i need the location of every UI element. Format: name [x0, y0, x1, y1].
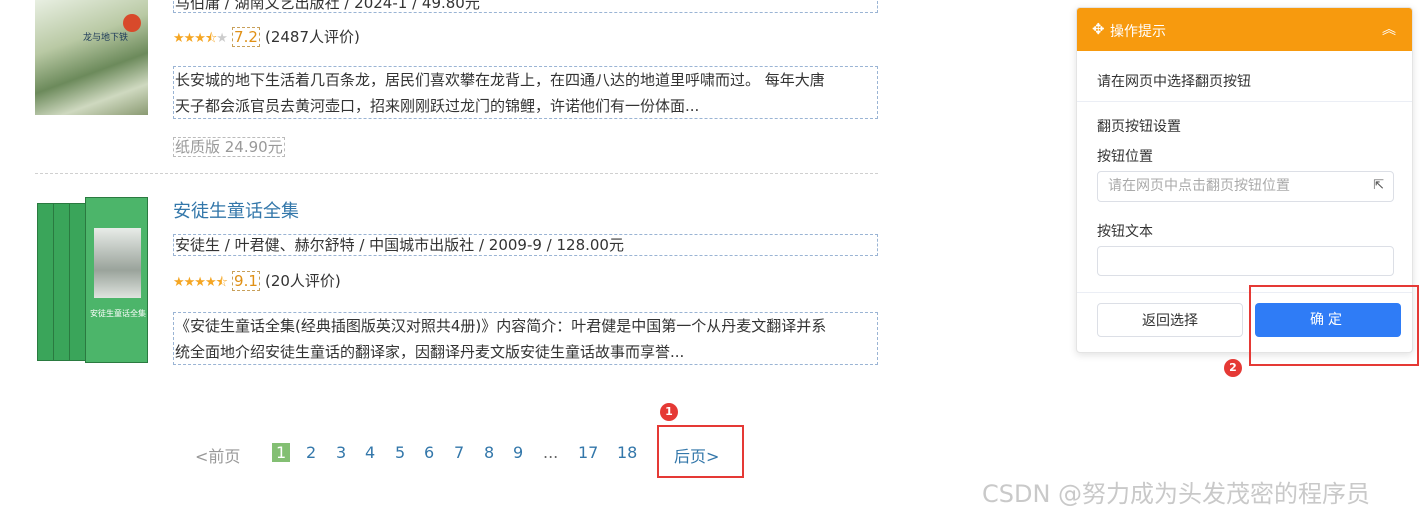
book-description: 长安城的地下生活着几百条龙，居民们喜欢攀在龙背上，在四通八达的地道里呼啸而过。 … [173, 66, 878, 119]
next-page-link[interactable]: 后页> [674, 443, 719, 467]
highlight-box-confirm [1249, 285, 1419, 366]
position-input[interactable]: 请在网页中点击翻页按钮位置 ⇱ [1097, 171, 1394, 202]
move-icon[interactable]: ✥ [1092, 20, 1105, 38]
page-link[interactable]: 2 [306, 443, 316, 462]
book-description: 《安徒生童话全集(经典插图版英汉对照共4册)》内容简介：叶君健是中国第一个从丹麦… [173, 312, 878, 365]
desc-line: 长安城的地下生活着几百条龙，居民们喜欢攀在龙背上，在四通八达的地道里呼啸而过。 … [175, 71, 825, 89]
cover-title-text: 安徒生童话全集 [90, 309, 146, 318]
cover-title-text: 龙与地下铁 [83, 33, 129, 43]
page-link[interactable]: 4 [365, 443, 375, 462]
watermark: CSDN @努力成为头发茂密的程序员 [982, 480, 1371, 508]
pick-element-icon[interactable]: ⇱ [1373, 172, 1384, 200]
step-marker-2: 2 [1224, 359, 1242, 377]
panel-header[interactable]: ✥ 操作提示 ︽ [1077, 8, 1412, 51]
chevron-up-icon[interactable]: ︽ [1382, 19, 1396, 39]
page-link[interactable]: 8 [484, 443, 494, 462]
step-marker-1: 1 [660, 403, 678, 421]
position-placeholder: 请在网页中点击翻页按钮位置 [1108, 178, 1290, 194]
section-title: 翻页按钮设置 [1097, 119, 1181, 135]
page-link[interactable]: 7 [454, 443, 464, 462]
page-link[interactable]: 3 [336, 443, 346, 462]
book-title-link[interactable]: 安徒生童话全集 [173, 200, 299, 224]
rating-row: ★★★★⯪ 9.1 (20人评价) [173, 271, 341, 291]
page-link[interactable]: 6 [424, 443, 434, 462]
button-text-input[interactable] [1097, 246, 1394, 276]
panel-hint: 请在网页中选择翻页按钮 [1097, 74, 1251, 90]
panel-divider [1077, 101, 1412, 102]
rating-count: (20人评价) [264, 272, 341, 290]
page-ellipsis: ... [543, 443, 559, 462]
desc-line: 天子都会派官员去黄河壶口，招来刚刚跃过龙门的锦鲤，许诺他们有一份体面... [175, 97, 700, 115]
page-link[interactable]: 17 [578, 443, 598, 462]
cover-volume-front: 安徒生童话全集 [85, 197, 148, 363]
book-meta: 马伯庸 / 湖南文艺出版社 / 2024-1 / 49.80元 [173, 0, 878, 13]
book-meta-text: 马伯庸 / 湖南文艺出版社 / 2024-1 / 49.80元 [175, 0, 480, 12]
paper-price[interactable]: 纸质版 24.90元 [173, 137, 285, 157]
desc-line: 统全面地介绍安徒生童话的翻译家，因翻译丹麦文版安徒生童话故事而享誉... [175, 343, 685, 361]
rating-row: ★★★⯪★ 7.2 (2487人评价) [173, 27, 360, 47]
prev-page-link[interactable]: <前页 [195, 443, 240, 467]
page-link[interactable]: 9 [513, 443, 523, 462]
book-meta-text: 安徒生 / 叶君健、赫尔舒特 / 中国城市出版社 / 2009-9 / 128.… [175, 236, 624, 254]
back-button[interactable]: 返回选择 [1097, 303, 1243, 337]
rating-score: 9.1 [232, 271, 260, 291]
desc-line: 《安徒生童话全集(经典插图版英汉对照共4册)》内容简介：叶君健是中国第一个从丹麦… [175, 317, 827, 335]
text-label: 按钮文本 [1097, 224, 1153, 240]
page-link[interactable]: 18 [617, 443, 637, 462]
panel-title: 操作提示 [1110, 24, 1166, 40]
book-meta: 安徒生 / 叶君健、赫尔舒特 / 中国城市出版社 / 2009-9 / 128.… [173, 234, 878, 256]
rating-score: 7.2 [232, 27, 260, 47]
price-row: 纸质版 24.90元 [173, 137, 285, 157]
book-cover-andersen[interactable]: 安徒生童话全集 [35, 197, 150, 363]
page-link[interactable]: 5 [395, 443, 405, 462]
star-rating-icon: ★★★★⯪ [173, 275, 228, 290]
star-rating-icon: ★★★⯪★ [173, 31, 228, 46]
position-label: 按钮位置 [1097, 149, 1153, 165]
list-divider [35, 173, 878, 174]
cover-illustration [94, 228, 141, 298]
book-cover-dragon[interactable]: 龙与地下铁 [35, 0, 148, 115]
rating-count: (2487人评价) [264, 28, 360, 46]
page-link-current[interactable]: 1 [272, 443, 291, 462]
